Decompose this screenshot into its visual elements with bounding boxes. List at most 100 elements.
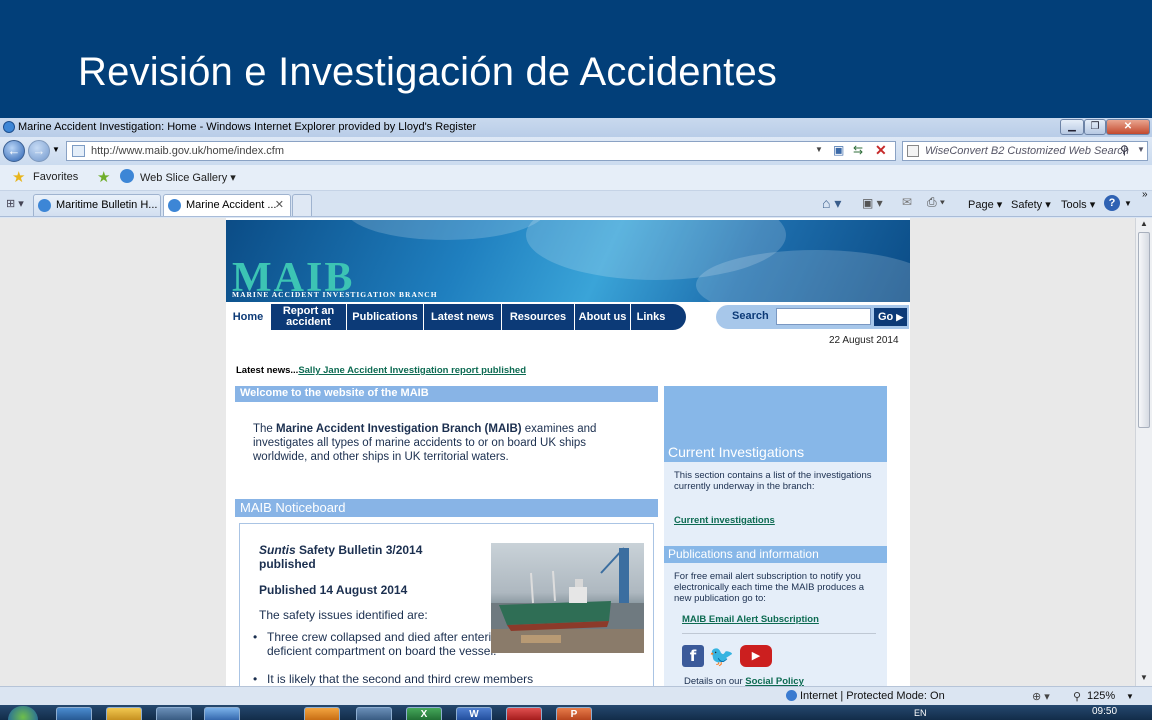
zoom-level[interactable]: 125% <box>1087 690 1115 702</box>
go-label: Go <box>878 311 894 323</box>
page-menu[interactable]: Page ▾ <box>968 198 1002 211</box>
browser-window: Marine Accident Investigation: Home - Wi… <box>0 118 1152 720</box>
search-dropdown-icon[interactable]: ▼ <box>1137 145 1145 154</box>
tab-label: Marine Accident ... <box>186 199 277 211</box>
youtube-icon[interactable]: ▶ <box>740 645 772 667</box>
address-url: http://www.maib.gov.uk/home/index.cfm <box>91 145 284 157</box>
page-date: 22 August 2014 <box>829 335 899 346</box>
taskbar-ie-icon[interactable] <box>156 707 192 720</box>
close-tab-icon[interactable]: ✕ <box>275 198 284 211</box>
scroll-up-icon[interactable]: ▲ <box>1140 219 1148 228</box>
maib-page: MAIB MARINE ACCIDENT INVESTIGATION BRANC… <box>226 218 910 686</box>
favorites-button[interactable]: Favorites <box>33 171 78 183</box>
help-icon[interactable]: ? <box>1104 195 1120 211</box>
back-button[interactable]: ← <box>3 140 25 162</box>
safety-menu[interactable]: Safety ▾ <box>1011 198 1051 211</box>
tab-maritime-bulletin[interactable]: Maritime Bulletin H... <box>33 194 161 216</box>
web-slice-gallery-label: Web Slice Gallery <box>140 172 228 184</box>
print-icon[interactable]: ⎙ ▾ <box>927 195 945 210</box>
site-search-go-button[interactable]: Go ▶ <box>874 308 907 326</box>
safety-menu-label: Safety <box>1011 199 1043 211</box>
help-dropdown-icon[interactable]: ▼ <box>1124 199 1132 208</box>
ie-icon <box>3 121 15 133</box>
taskbar-clock[interactable]: 09:50 <box>1092 706 1117 717</box>
stop-icon[interactable]: ✕ <box>875 142 887 159</box>
address-bar[interactable]: http://www.maib.gov.uk/home/index.cfm ▼ … <box>66 141 896 161</box>
new-tab-button[interactable] <box>292 194 312 216</box>
taskbar-word-icon[interactable]: W <box>456 707 492 720</box>
mail-icon[interactable]: ✉ <box>902 195 912 209</box>
start-button[interactable] <box>8 706 38 720</box>
scroll-thumb[interactable] <box>1138 232 1150 428</box>
noticeboard-heading: MAIB Noticeboard <box>235 499 658 517</box>
language-indicator[interactable]: EN <box>914 708 927 718</box>
toolbar-overflow-icon[interactable]: » <box>1142 189 1148 200</box>
taskbar-excel-icon[interactable]: X <box>406 707 442 720</box>
home-icon[interactable]: ⌂ ▾ <box>822 195 841 212</box>
security-zone[interactable]: Internet | Protected Mode: On <box>800 690 945 702</box>
sidebar-divider <box>682 633 876 634</box>
web-slice-gallery-link[interactable]: Web Slice Gallery ▾ <box>140 171 236 184</box>
taskbar-ie-active-icon[interactable] <box>204 707 240 720</box>
tab-bar: ⊞ ▾ Maritime Bulletin H... Marine Accide… <box>0 189 1152 217</box>
address-dropdown-icon[interactable]: ▼ <box>815 145 823 154</box>
twitter-icon[interactable]: 🐦 <box>709 645 734 667</box>
current-investigations-heading: Current Investigations <box>668 444 805 460</box>
maximize-button[interactable]: ❐ <box>1084 119 1106 135</box>
social-policy: Details on our Social Policy <box>684 676 804 686</box>
page-viewport: MAIB MARINE ACCIDENT INVESTIGATION BRANC… <box>0 218 1135 686</box>
scroll-down-icon[interactable]: ▼ <box>1140 673 1148 682</box>
minimize-button[interactable]: ▁ <box>1060 119 1084 135</box>
taskbar-outlook-icon[interactable] <box>304 707 340 720</box>
protected-mode-icon[interactable]: ⊕ ▾ <box>1032 690 1050 703</box>
vertical-scrollbar[interactable]: ▲ ▼ <box>1135 218 1152 686</box>
web-search-input[interactable]: WiseConvert B2 Customized Web Search ⚲ ▼ <box>902 141 1148 161</box>
maib-banner: MAIB MARINE ACCIDENT INVESTIGATION BRANC… <box>226 220 910 302</box>
close-window-button[interactable]: ✕ <box>1106 119 1150 135</box>
tab-marine-accident[interactable]: Marine Accident ... ✕ <box>163 194 291 216</box>
latest-news-link[interactable]: Sally Jane Accident Investigation report… <box>298 365 526 376</box>
taskbar-media-icon[interactable] <box>56 707 92 720</box>
taskbar-app-icon[interactable] <box>356 707 392 720</box>
search-icon[interactable]: ⚲ <box>1120 143 1129 157</box>
email-alert-link[interactable]: MAIB Email Alert Subscription <box>682 614 819 625</box>
site-search: Search Go ▶ <box>716 305 909 329</box>
tools-menu[interactable]: Tools ▾ <box>1061 198 1095 211</box>
ship-photo <box>491 543 644 653</box>
facebook-icon[interactable]: f <box>682 645 704 667</box>
welcome-bold: Marine Accident Investigation Branch (MA… <box>276 423 522 435</box>
menu-links[interactable]: Links <box>631 304 671 330</box>
current-investigations-link[interactable]: Current investigations <box>674 515 775 526</box>
menu-about-us[interactable]: About us <box>575 304 631 330</box>
social-policy-link[interactable]: Social Policy <box>745 676 804 686</box>
compatibility-view-icon[interactable]: ▣ <box>833 143 844 157</box>
menu-resources[interactable]: Resources <box>502 304 575 330</box>
menu-home[interactable]: Home <box>226 304 271 330</box>
windows-taskbar: X W P EN 09:50 <box>0 705 1152 720</box>
refresh-icon[interactable]: ⇆ <box>853 143 863 157</box>
add-favorite-icon[interactable]: ★ <box>97 168 110 186</box>
notice-bullet: • It is likely that the second and third … <box>253 672 627 686</box>
history-dropdown-icon[interactable]: ▼ <box>52 145 60 154</box>
site-search-label: Search <box>732 310 769 322</box>
menu-latest-news[interactable]: Latest news <box>424 304 502 330</box>
page-favicon <box>72 145 85 157</box>
feeds-icon[interactable]: ▣ ▾ <box>862 196 883 210</box>
taskbar-powerpoint-icon[interactable]: P <box>556 707 592 720</box>
zoom-dropdown-icon[interactable]: ▼ <box>1126 692 1134 701</box>
ship-illustration <box>491 547 644 653</box>
publications-text: For free email alert subscription to not… <box>674 571 865 604</box>
quick-tabs-icon[interactable]: ⊞ ▾ <box>6 197 24 210</box>
taskbar-explorer-icon[interactable] <box>106 707 142 720</box>
forward-button[interactable]: → <box>28 140 50 162</box>
menu-publications[interactable]: Publications <box>347 304 424 330</box>
slide: Revisión e Investigación de Accidentes M… <box>0 0 1152 720</box>
status-bar: Internet | Protected Mode: On ⊕ ▾ ⚲ 125%… <box>0 686 1152 705</box>
welcome-text: The Marine Accident Investigation Branch… <box>253 422 643 464</box>
taskbar-pdf-icon[interactable] <box>506 707 542 720</box>
search-provider-icon <box>907 145 919 157</box>
site-search-input[interactable] <box>776 308 871 325</box>
slide-header: Revisión e Investigación de Accidentes <box>0 0 1152 118</box>
latest-news: Latest news...Sally Jane Accident Invest… <box>236 365 526 376</box>
menu-report-accident[interactable]: Report an accident <box>271 304 347 330</box>
